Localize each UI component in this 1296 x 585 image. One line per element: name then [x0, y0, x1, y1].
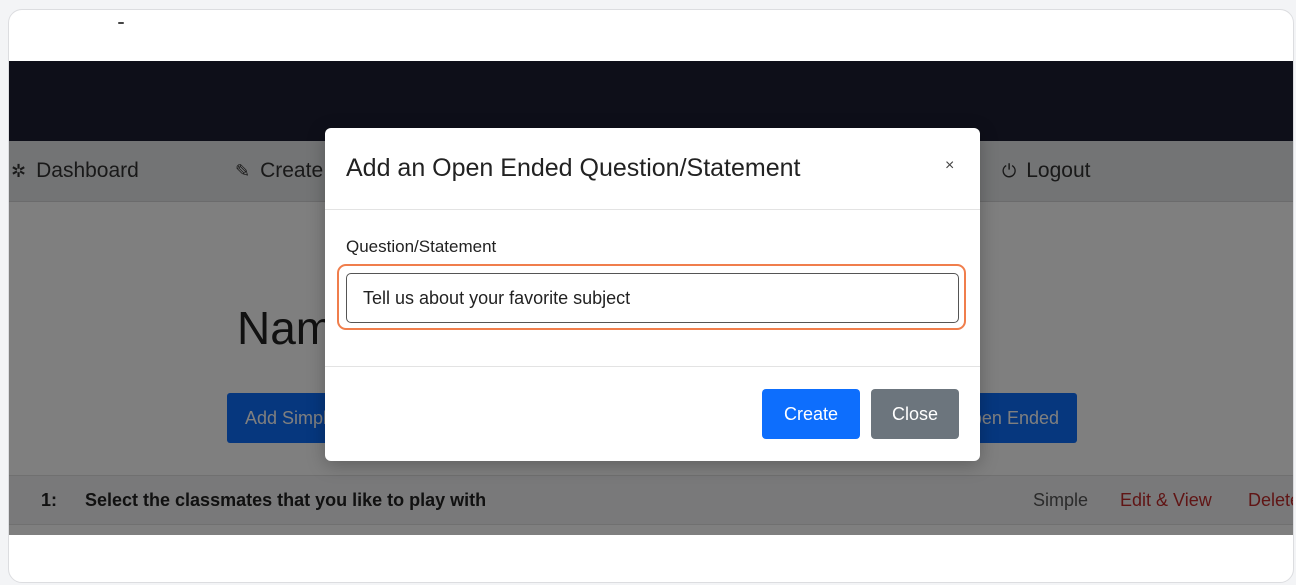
question-field-label: Question/Statement [346, 237, 497, 256]
question-input[interactable] [346, 273, 959, 323]
close-button[interactable]: Close [871, 389, 959, 439]
modal-footer: Create Close [325, 366, 980, 461]
create-button[interactable]: Create [762, 389, 860, 439]
modal-title: Add an Open Ended Question/Statement [346, 154, 801, 182]
top-bar-mark [118, 22, 124, 24]
browser-frame: ✲ Dashboard ✎ Create ⏻ Logout Name of Su… [8, 9, 1294, 583]
app-viewport: ✲ Dashboard ✎ Create ⏻ Logout Name of Su… [9, 61, 1293, 535]
modal-header: Add an Open Ended Question/Statement × [325, 128, 980, 210]
open-ended-modal: Add an Open Ended Question/Statement × Q… [325, 128, 980, 461]
close-icon[interactable]: × [945, 158, 954, 174]
